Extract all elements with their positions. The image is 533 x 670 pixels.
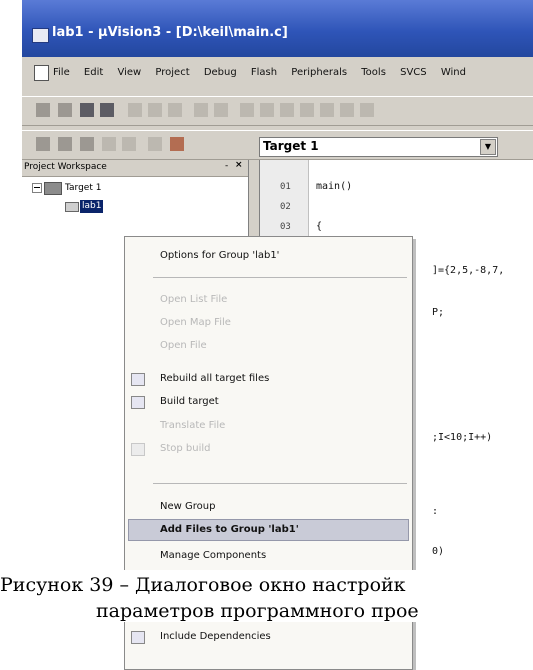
- tree-item-target[interactable]: Target 1: [65, 183, 101, 193]
- clear-bookmarks-icon[interactable]: [340, 103, 354, 117]
- menu-item-translate-file: Translate File: [160, 420, 226, 431]
- bookmark-icon[interactable]: [280, 103, 294, 117]
- next-bookmark-icon[interactable]: [320, 103, 334, 117]
- workspace-header: Project Workspace - ×: [22, 160, 248, 177]
- menu-project[interactable]: Project: [155, 67, 189, 78]
- tree-item-group-lab1[interactable]: lab1: [80, 200, 104, 213]
- target-select[interactable]: Target 1 ▼: [259, 137, 498, 157]
- menu-file[interactable]: File: [53, 67, 70, 78]
- target-select-value: Target 1: [263, 139, 319, 153]
- menu-item-include-dependencies[interactable]: Include Dependencies: [160, 631, 271, 642]
- target-icon: [44, 182, 62, 195]
- workspace-title: Project Workspace: [24, 162, 107, 172]
- stop-build-icon[interactable]: [122, 137, 136, 151]
- rebuild-icon[interactable]: [80, 137, 94, 151]
- menu-view[interactable]: View: [117, 67, 141, 78]
- menu-item-build-target[interactable]: Build target: [160, 396, 219, 407]
- menu-item-manage-components[interactable]: Manage Components: [160, 550, 266, 561]
- save-icon[interactable]: [80, 103, 94, 117]
- menu-separator: [153, 483, 407, 484]
- copy-icon[interactable]: [148, 103, 162, 117]
- rebuild-icon: [131, 373, 145, 386]
- menu-flash[interactable]: Flash: [251, 67, 277, 78]
- menu-item-open-file: Open File: [160, 340, 207, 351]
- build-icon: [131, 396, 145, 409]
- line-number: 01: [280, 182, 291, 192]
- figure-caption: Рисунок 39 – Диалоговое окно настройк па…: [0, 570, 533, 622]
- document-icon[interactable]: [34, 65, 49, 81]
- code-line: main(): [316, 181, 353, 192]
- cut-icon[interactable]: [128, 103, 142, 117]
- menu-item-open-list-file: Open List File: [160, 294, 228, 305]
- undo-icon[interactable]: [194, 103, 208, 117]
- app-icon: [32, 28, 49, 43]
- menu-item-stop-build: Stop build: [160, 443, 211, 454]
- build-icon[interactable]: [58, 137, 72, 151]
- file-toolbar: [22, 96, 533, 126]
- code-line: ]={2,5,-8,7,: [432, 265, 505, 276]
- code-line: {: [316, 221, 323, 232]
- code-line: P;: [432, 307, 445, 318]
- menu-debug[interactable]: Debug: [204, 67, 237, 78]
- line-number: 02: [280, 202, 291, 212]
- menu-separator: [153, 277, 407, 278]
- menu-item-add-files-to-group[interactable]: Add Files to Group 'lab1': [160, 524, 299, 535]
- caption-line-2: параметров программного прое: [96, 600, 419, 622]
- menu-item-options-for-group[interactable]: Options for Group 'lab1': [160, 250, 279, 261]
- save-all-icon[interactable]: [100, 103, 114, 117]
- paste-icon[interactable]: [168, 103, 182, 117]
- new-file-icon[interactable]: [36, 103, 50, 117]
- title-bar: lab1 - µVision3 - [D:\keil\main.c]: [22, 0, 533, 57]
- indent-icon[interactable]: [240, 103, 254, 117]
- code-line: :: [432, 506, 439, 517]
- target-options-icon[interactable]: [170, 137, 184, 151]
- batch-build-icon[interactable]: [102, 137, 116, 151]
- checkbox-icon[interactable]: [131, 631, 145, 644]
- line-number: 03: [280, 222, 291, 232]
- window-title: lab1 - µVision3 - [D:\keil\main.c]: [52, 25, 288, 40]
- menu-tools[interactable]: Tools: [361, 67, 386, 78]
- translate-icon[interactable]: [36, 137, 50, 151]
- menu-svcs[interactable]: SVCS: [400, 67, 427, 78]
- download-icon[interactable]: [148, 137, 162, 151]
- prev-bookmark-icon[interactable]: [300, 103, 314, 117]
- menu-item-open-map-file: Open Map File: [160, 317, 231, 328]
- collapse-icon[interactable]: [32, 183, 42, 193]
- open-file-icon[interactable]: [58, 103, 72, 117]
- folder-icon: [65, 202, 79, 212]
- menu-bar: File Edit View Project Debug Flash Perip…: [22, 62, 533, 84]
- redo-icon[interactable]: [214, 103, 228, 117]
- code-line: 0): [432, 546, 445, 557]
- menu-window[interactable]: Wind: [441, 67, 466, 78]
- find-icon[interactable]: [360, 103, 374, 117]
- menu-item-new-group[interactable]: New Group: [160, 501, 215, 512]
- menu-edit[interactable]: Edit: [84, 67, 103, 78]
- close-icon[interactable]: ×: [235, 160, 243, 170]
- caption-line-1: Рисунок 39 – Диалоговое окно настройк: [0, 574, 406, 596]
- stop-build-icon: [131, 443, 145, 456]
- menu-item-rebuild-all[interactable]: Rebuild all target files: [160, 373, 269, 384]
- chevron-down-icon[interactable]: ▼: [480, 139, 496, 155]
- unindent-icon[interactable]: [260, 103, 274, 117]
- pin-icon[interactable]: -: [225, 161, 228, 171]
- menu-peripherals[interactable]: Peripherals: [291, 67, 347, 78]
- code-line: ;I<10;I++): [432, 432, 493, 443]
